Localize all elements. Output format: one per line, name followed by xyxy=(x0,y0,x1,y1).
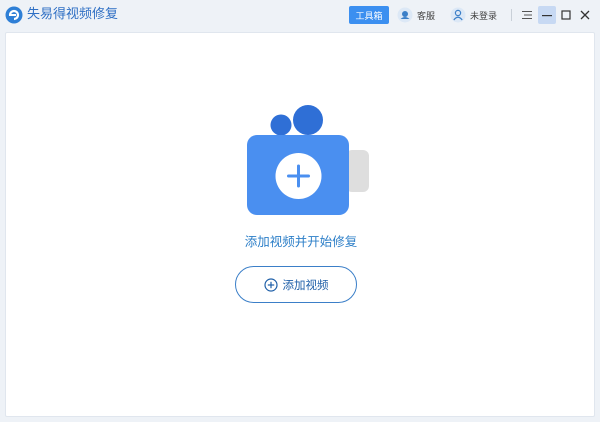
menu-icon xyxy=(522,11,532,19)
main-panel: 添加视频并开始修复 添加视频 xyxy=(5,32,595,417)
header-divider xyxy=(511,9,512,21)
user-icon xyxy=(450,7,466,23)
add-video-hint: 添加视频并开始修复 xyxy=(244,234,358,249)
add-video-label: 添加视频 xyxy=(282,277,329,292)
maximize-icon xyxy=(561,10,571,20)
toolbox-button[interactable]: 工具箱 xyxy=(349,6,389,24)
login-label: 未登录 xyxy=(470,11,498,22)
customer-service-icon xyxy=(397,7,413,23)
minimize-button[interactable] xyxy=(538,6,556,24)
add-video-button[interactable]: 添加视频 xyxy=(235,266,357,303)
plus-circle-icon xyxy=(263,277,278,292)
minimize-icon xyxy=(542,15,552,17)
title-bar: 失易得视频修复 工具箱 客服 未登录 xyxy=(0,0,600,30)
customer-service-button[interactable]: 客服 xyxy=(397,6,435,24)
app-logo-icon xyxy=(5,6,23,24)
menu-button[interactable] xyxy=(518,6,536,24)
close-icon xyxy=(580,10,590,20)
app-title: 失易得视频修复 xyxy=(27,7,119,22)
customer-service-label: 客服 xyxy=(417,11,436,22)
close-button[interactable] xyxy=(576,6,594,24)
maximize-button[interactable] xyxy=(557,6,575,24)
add-video-camera-icon[interactable] xyxy=(246,105,371,217)
login-button[interactable]: 未登录 xyxy=(450,6,497,24)
